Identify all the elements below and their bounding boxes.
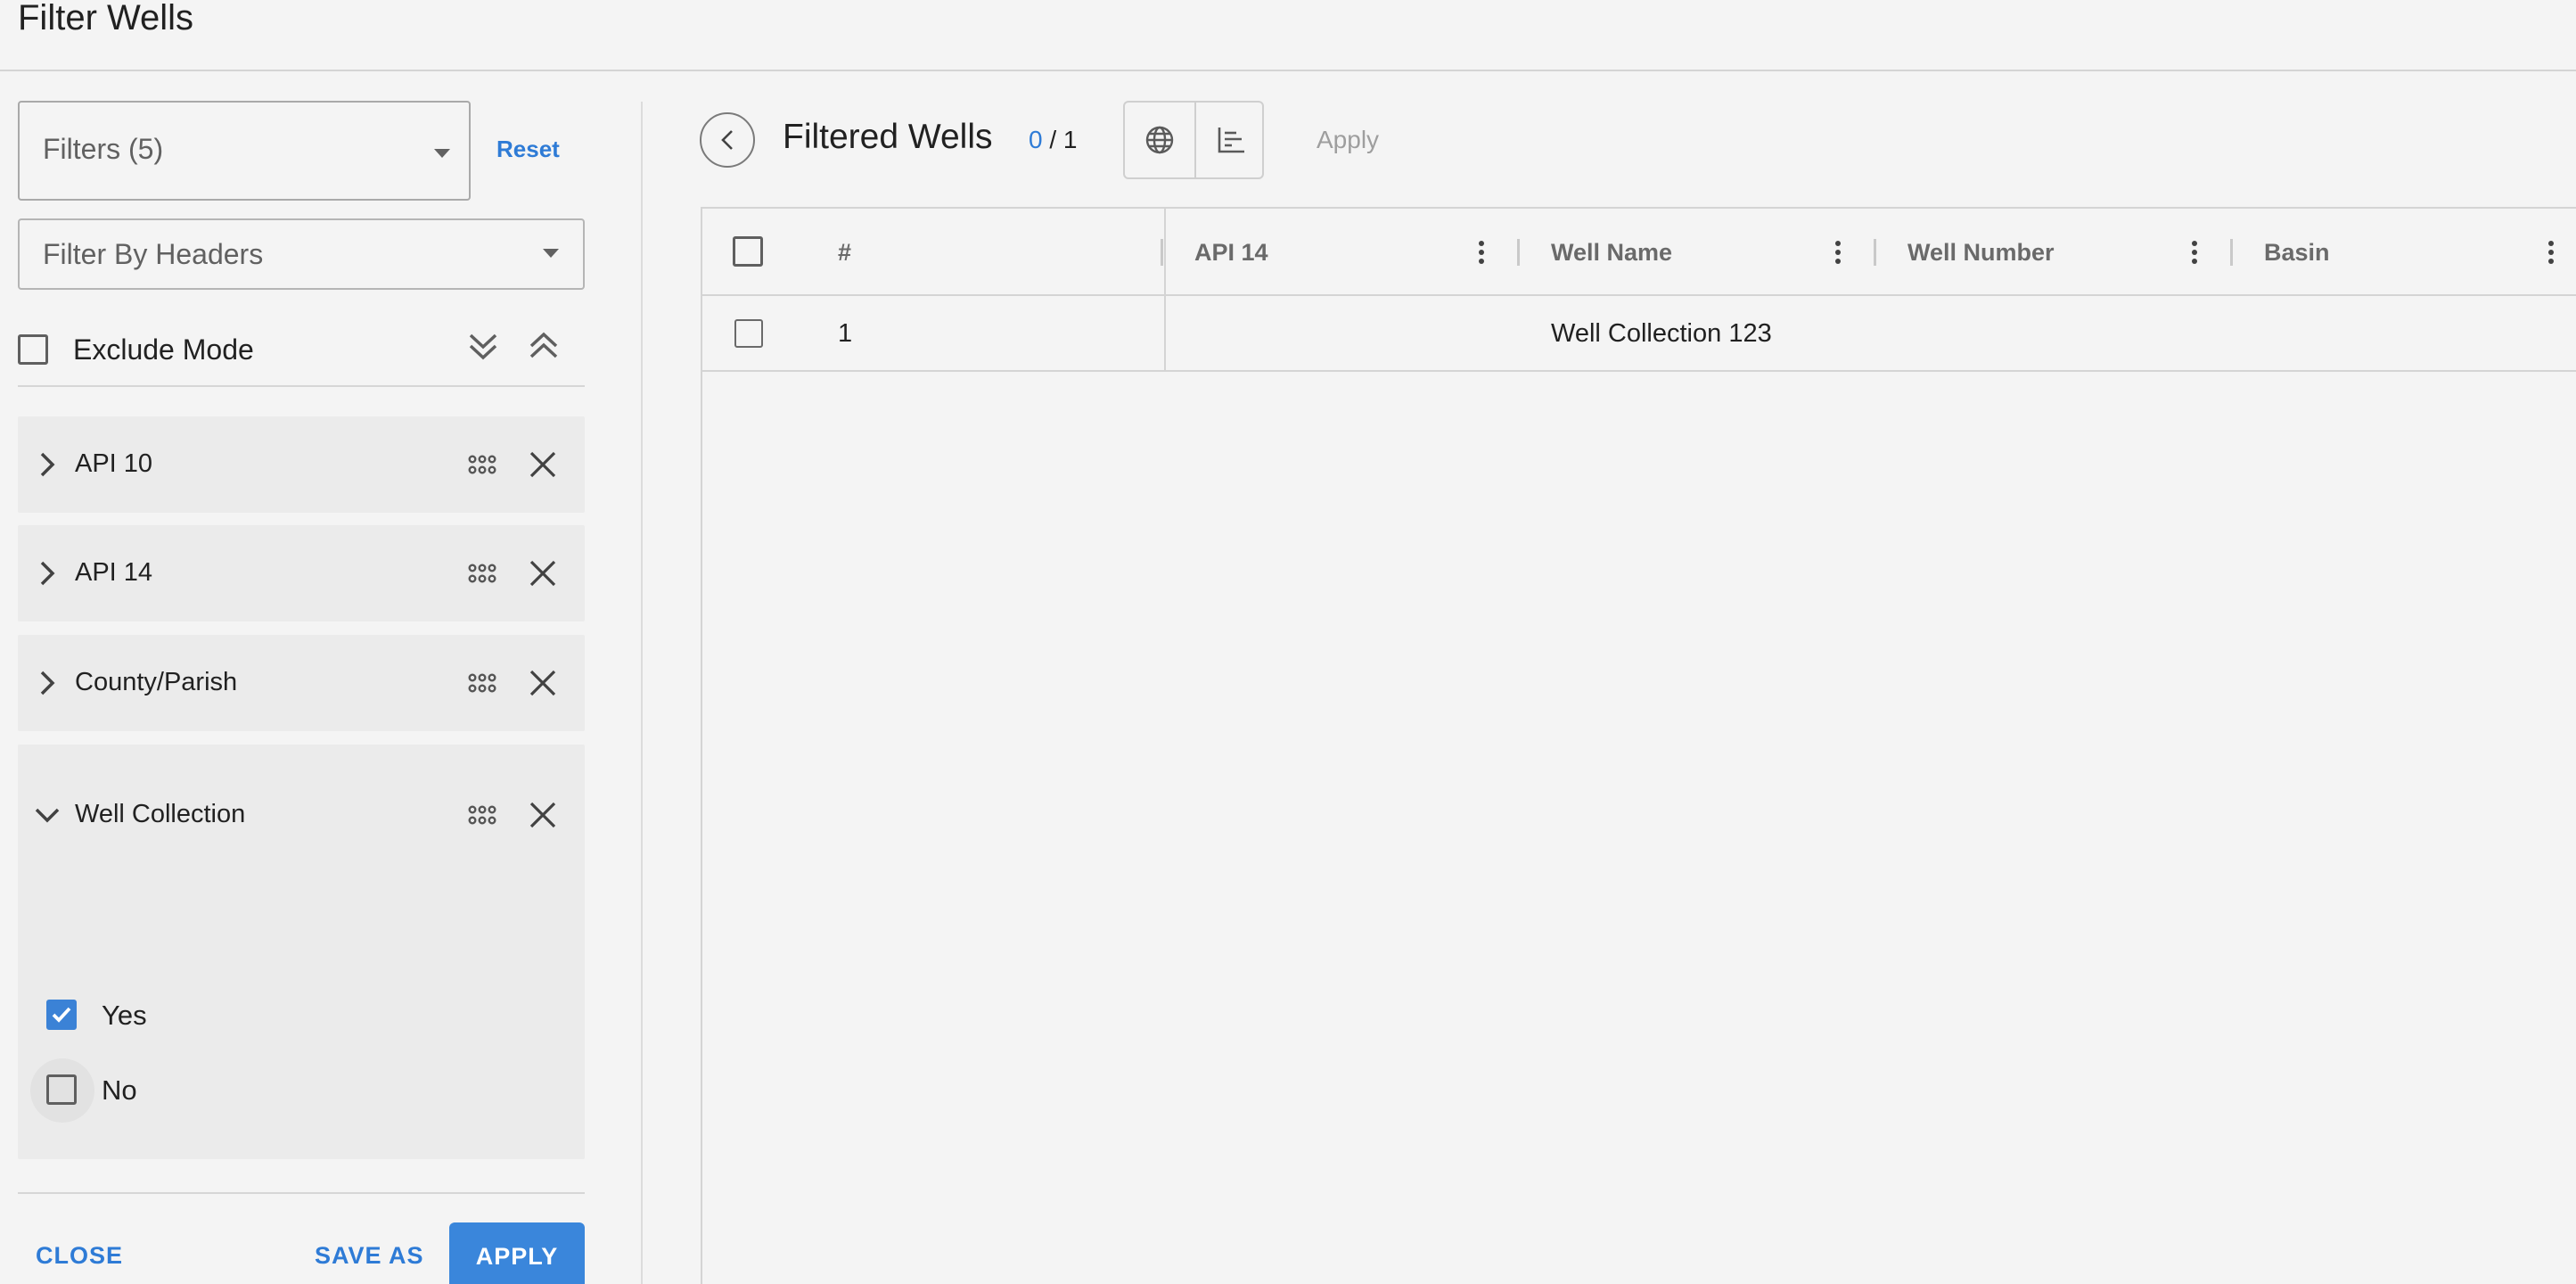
count-separator: / xyxy=(1042,126,1063,153)
exclude-mode-checkbox[interactable] xyxy=(18,334,48,365)
cell-number: 1 xyxy=(838,319,853,348)
chevron-left-icon xyxy=(721,130,733,150)
apply-button[interactable]: APPLY xyxy=(449,1222,585,1284)
divider xyxy=(18,1192,585,1194)
filter-name: County/Parish xyxy=(75,668,238,696)
column-resize-handle[interactable] xyxy=(1161,239,1163,266)
column-header-number[interactable]: # xyxy=(838,239,851,267)
dialog-title: Filter Wells xyxy=(18,0,194,37)
drag-handle-icon[interactable] xyxy=(467,451,497,478)
option-no[interactable]: No xyxy=(30,1058,314,1123)
title-bar: Filter Wells xyxy=(0,0,2576,71)
caret-down-icon xyxy=(434,149,450,158)
close-button[interactable]: CLOSE xyxy=(36,1242,123,1270)
column-menu-icon[interactable] xyxy=(1478,239,1485,266)
globe-icon xyxy=(1145,126,1174,154)
apply-link[interactable]: Apply xyxy=(1317,126,1379,154)
filter-by-headers-select[interactable]: Filter By Headers xyxy=(18,218,585,290)
option-label: No xyxy=(102,1074,137,1106)
close-icon[interactable] xyxy=(528,800,558,830)
reset-link[interactable]: Reset xyxy=(496,136,560,163)
close-icon[interactable] xyxy=(528,449,558,480)
cell-well-name: Well Collection 123 xyxy=(1551,319,1772,348)
column-resize-handle[interactable] xyxy=(1517,239,1520,266)
filter-name: API 10 xyxy=(75,449,153,478)
exclude-mode-row: Exclude Mode xyxy=(18,321,585,392)
divider xyxy=(18,385,585,387)
expand-all-icon[interactable] xyxy=(524,326,563,366)
row-checkbox[interactable] xyxy=(734,319,763,348)
map-view-button[interactable] xyxy=(1125,103,1194,177)
table-row[interactable]: 1 Well Collection 123 xyxy=(702,296,2576,372)
chevron-right-icon[interactable] xyxy=(34,451,61,478)
filter-name: API 14 xyxy=(75,558,153,587)
check-icon xyxy=(52,1007,71,1023)
selection-count: 0 / 1 xyxy=(1029,126,1078,154)
column-menu-icon[interactable] xyxy=(2547,239,2555,266)
column-header-api-14[interactable]: API 14 xyxy=(1194,239,1268,267)
close-icon[interactable] xyxy=(528,558,558,588)
chevron-right-icon[interactable] xyxy=(34,670,61,696)
table-header: # API 14 Well Name Well Number Basin xyxy=(702,209,2576,296)
view-toggle-group xyxy=(1123,101,1264,179)
option-yes-checkbox[interactable] xyxy=(46,1000,77,1030)
chart-view-button[interactable] xyxy=(1194,103,1264,177)
filter-by-headers-placeholder: Filter By Headers xyxy=(43,238,264,270)
total-count: 1 xyxy=(1062,126,1078,153)
option-yes[interactable]: Yes xyxy=(46,992,314,1037)
filter-card-api-10[interactable]: API 10 xyxy=(18,416,585,513)
column-header-basin[interactable]: Basin xyxy=(2264,239,2330,267)
column-header-well-number[interactable]: Well Number xyxy=(1907,239,2055,267)
filters-select[interactable]: Filters (5) xyxy=(18,101,471,201)
close-icon[interactable] xyxy=(528,668,558,698)
column-menu-icon[interactable] xyxy=(1834,239,1842,266)
column-resize-handle[interactable] xyxy=(2230,239,2233,266)
caret-down-icon xyxy=(543,249,559,258)
filtered-wells-title: Filtered Wells xyxy=(783,118,993,156)
filter-panel: Filters (5) Reset Filter By Headers Excl… xyxy=(18,71,585,1284)
collapse-all-icon[interactable] xyxy=(464,326,503,366)
save-as-button[interactable]: SAVE AS xyxy=(315,1242,424,1270)
column-menu-icon[interactable] xyxy=(2191,239,2198,266)
selected-count: 0 xyxy=(1029,126,1043,153)
chevron-down-icon[interactable] xyxy=(34,802,61,828)
option-label: Yes xyxy=(102,1000,147,1031)
panel-divider xyxy=(641,102,643,1284)
column-resize-handle[interactable] xyxy=(1874,239,1876,266)
drag-handle-icon[interactable] xyxy=(467,560,497,587)
column-header-well-name[interactable]: Well Name xyxy=(1551,239,1672,267)
select-all-checkbox[interactable] xyxy=(733,236,763,267)
wells-table: # API 14 Well Name Well Number Basin 1 W… xyxy=(701,207,2576,1284)
bar-chart-icon xyxy=(1218,128,1244,153)
option-no-checkbox[interactable] xyxy=(46,1074,77,1105)
drag-handle-icon[interactable] xyxy=(467,802,497,828)
exclude-mode-label: Exclude Mode xyxy=(73,333,254,366)
filter-card-county-parish[interactable]: County/Parish xyxy=(18,635,585,731)
back-button[interactable] xyxy=(700,112,755,168)
pinned-column-separator xyxy=(1164,209,1166,372)
filter-card-well-collection: Well Collection Yes No xyxy=(18,745,585,1159)
filter-name: Well Collection xyxy=(75,800,246,828)
drag-handle-icon[interactable] xyxy=(467,670,497,696)
chevron-right-icon[interactable] xyxy=(34,560,61,587)
filter-card-api-14[interactable]: API 14 xyxy=(18,525,585,621)
filters-select-value: Filters (5) xyxy=(43,133,164,165)
